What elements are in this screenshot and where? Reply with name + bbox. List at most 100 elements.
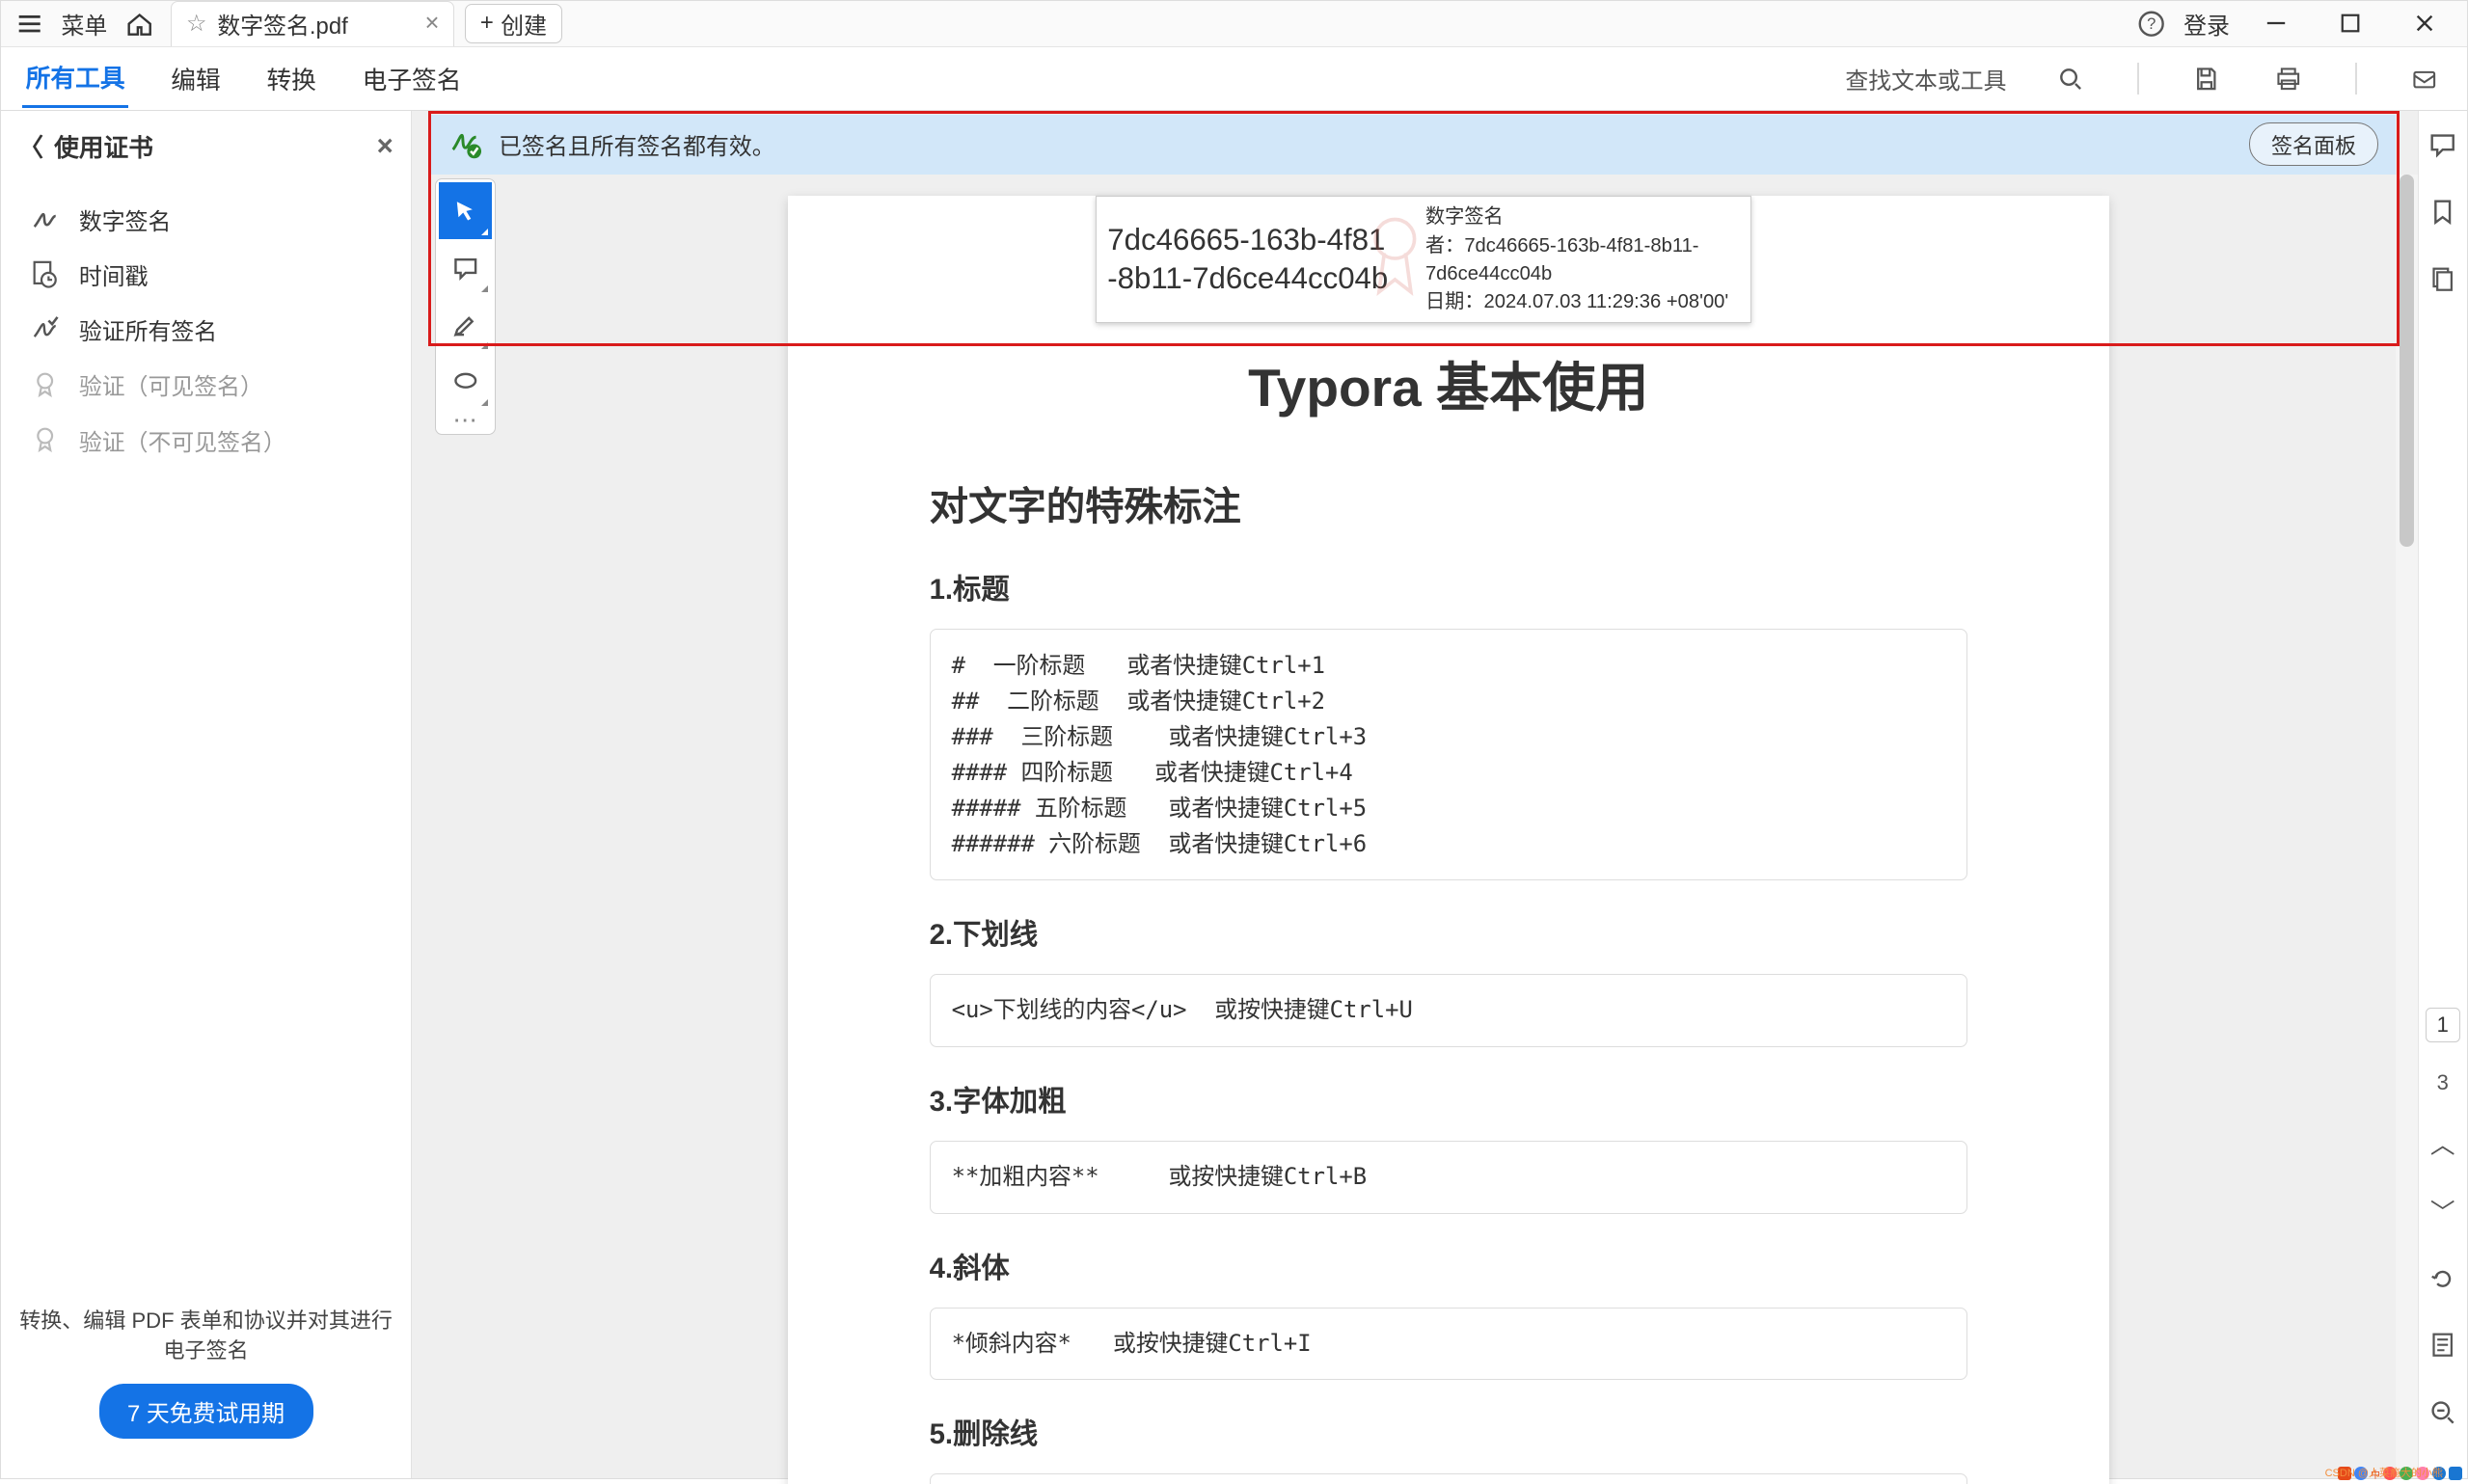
plus-icon: + [480, 10, 494, 37]
star-icon[interactable]: ☆ [186, 10, 206, 38]
hamburger-menu-button[interactable] [8, 2, 50, 44]
tray-icon [2416, 1467, 2429, 1480]
right-rail: 1 3 ︿ ﹀ [2418, 111, 2467, 1478]
close-panel-button[interactable]: × [377, 130, 393, 163]
print-button[interactable] [2266, 57, 2309, 99]
pdf-page: Typora 基本使用 对文字的特殊标注 1.标题 # 一阶标题 或者快捷键Ct… [788, 196, 2109, 1484]
page-fit-button[interactable] [2424, 1326, 2462, 1364]
search-icon[interactable] [2049, 57, 2092, 99]
sig-label: 数字签名 [1425, 206, 1504, 228]
sidebar-footer: 转换、编辑 PDF 表单和协议并对其进行电子签名 7 天免费试用期 [1, 1285, 411, 1478]
sec4-title: 4.斜体 [930, 1246, 1967, 1286]
comment-panel-icon[interactable] [2424, 125, 2462, 164]
draw-tool[interactable] [439, 353, 492, 410]
menu-label: 菜单 [61, 7, 107, 40]
save-button[interactable] [2185, 57, 2228, 99]
page-up-button[interactable]: ︿ [2424, 1124, 2462, 1163]
sidebar-item-label: 验证所有签名 [79, 312, 217, 346]
signature-status-text: 已签名且所有签名都有效。 [499, 127, 775, 161]
sec1-code: # 一阶标题 或者快捷键Ctrl+1 ## 二阶标题 或者快捷键Ctrl+2 #… [930, 629, 1967, 880]
rotate-button[interactable] [2424, 1258, 2462, 1297]
menu-edit[interactable]: 编辑 [168, 50, 225, 107]
sidebar: 〈 使用证书 × 数字签名 时间戳 验证所有签名 验证（可见签名） 验证（不可见… [1, 111, 412, 1478]
page-down-button[interactable]: ﹀ [2424, 1191, 2462, 1229]
sidebar-item-digital-sign[interactable]: 数字签名 [1, 192, 411, 247]
sidebar-header: 〈 使用证书 × [1, 118, 411, 175]
create-label: 创建 [501, 7, 547, 40]
titlebar: 菜单 ☆ 数字签名.pdf × + 创建 ? 登录 [1, 1, 2467, 47]
sec1-title: 1.标题 [930, 567, 1967, 607]
close-tab-button[interactable]: × [425, 10, 440, 38]
bookmark-panel-icon[interactable] [2424, 192, 2462, 230]
help-button[interactable]: ? [2130, 2, 2173, 44]
doc-h2: 对文字的特殊标注 [930, 474, 1967, 531]
signature-id-line1: 7dc46665-163b-4f81 [1107, 221, 1422, 260]
login-link[interactable]: 登录 [2183, 7, 2230, 40]
document-tab[interactable]: ☆ 数字签名.pdf × [171, 1, 454, 47]
zoom-button[interactable] [2424, 1393, 2462, 1432]
system-tray: 中 [2338, 1465, 2462, 1482]
svg-text:?: ? [2147, 14, 2156, 33]
tray-icon [2449, 1467, 2462, 1480]
select-tool[interactable] [439, 182, 492, 239]
sec4-code: *倾斜内容* 或按快捷键Ctrl+I [930, 1308, 1967, 1381]
certificate-icon [29, 423, 61, 455]
home-button[interactable] [118, 2, 160, 44]
sidebar-item-label: 时间戳 [79, 257, 149, 291]
comment-tool[interactable] [439, 239, 492, 296]
tray-icon [2338, 1467, 2351, 1480]
sec5-title: 5.删除线 [930, 1412, 1967, 1452]
signature-valid-icon [449, 128, 481, 160]
find-label: 查找文本或工具 [1845, 62, 2006, 95]
vertical-scrollbar[interactable] [2396, 175, 2417, 1478]
document-viewport: 已签名且所有签名都有效。 签名面板 ⋯ [412, 111, 2417, 1478]
tray-icon [2432, 1467, 2446, 1480]
tool-tray-expand[interactable]: ⋯ [439, 409, 492, 430]
tab-title: 数字签名.pdf [217, 7, 347, 40]
sidebar-item-verify-all[interactable]: 验证所有签名 [1, 302, 411, 357]
sig-date-value: 2024.07.03 11:29:36 +08'00' [1484, 291, 1729, 312]
verify-icon [29, 313, 61, 345]
sidebar-title: 使用证书 [54, 128, 153, 164]
create-button[interactable]: + 创建 [465, 4, 561, 42]
page-total: 3 [2437, 1070, 2449, 1095]
signature-panel-button[interactable]: 签名面板 [2249, 122, 2378, 166]
window-close-button[interactable] [2389, 2, 2459, 44]
sec3-code: **加粗内容** 或按快捷键Ctrl+B [930, 1141, 1967, 1214]
tray-icon [2354, 1467, 2368, 1480]
signature-icon [29, 203, 61, 235]
page-current[interactable]: 1 [2426, 1008, 2460, 1041]
scrollbar-thumb[interactable] [2400, 175, 2414, 547]
sidebar-item-label: 验证（不可见签名） [79, 423, 286, 457]
window-maximize-button[interactable] [2315, 2, 2385, 44]
window-minimize-button[interactable] [2240, 2, 2311, 44]
tray-icon [2400, 1467, 2413, 1480]
pages-panel-icon[interactable] [2424, 259, 2462, 298]
sec3-title: 3.字体加粗 [930, 1079, 1967, 1120]
highlight-tool[interactable] [439, 296, 492, 353]
sec2-code: <u>下划线的内容</u> 或按快捷键Ctrl+U [930, 974, 1967, 1047]
tray-text: 中 [2371, 1467, 2380, 1481]
sidebar-item-verify-invisible: 验证（不可见签名） [1, 413, 411, 468]
sig-signer-value: 7dc46665-163b-4f81-8b11-7d6ce44cc04b [1425, 235, 1699, 284]
sig-date-label: 日期： [1425, 291, 1484, 312]
free-trial-button[interactable]: 7 天免费试用期 [99, 1384, 313, 1439]
signature-id-line2: -8b11-7d6ce44cc04b [1107, 259, 1422, 299]
certificate-icon [29, 368, 61, 400]
annotation-tool-tray: ⋯ [435, 178, 495, 436]
sidebar-item-label: 数字签名 [79, 202, 172, 236]
signature-status-bar: 已签名且所有签名都有效。 签名面板 [431, 115, 2396, 175]
sec5-code: ~~删除线的内容~~ 或按快捷键Alt+Shift+5 [930, 1473, 1967, 1484]
share-button[interactable] [2403, 57, 2446, 99]
menu-all-tools[interactable]: 所有工具 [22, 48, 128, 108]
sig-signer-label: 者： [1425, 235, 1464, 256]
footer-description: 转换、编辑 PDF 表单和协议并对其进行电子签名 [18, 1307, 393, 1366]
tray-icon [2383, 1467, 2397, 1480]
sec2-title: 2.下划线 [930, 912, 1967, 953]
signature-field[interactable]: 7dc46665-163b-4f81 -8b11-7d6ce44cc04b 数字… [1096, 196, 1751, 323]
back-icon[interactable]: 〈 [18, 128, 43, 164]
doc-h1: Typora 基本使用 [930, 344, 1967, 421]
sidebar-item-timestamp[interactable]: 时间戳 [1, 247, 411, 302]
menu-convert[interactable]: 转换 [263, 50, 320, 107]
menu-esign[interactable]: 电子签名 [359, 50, 465, 107]
